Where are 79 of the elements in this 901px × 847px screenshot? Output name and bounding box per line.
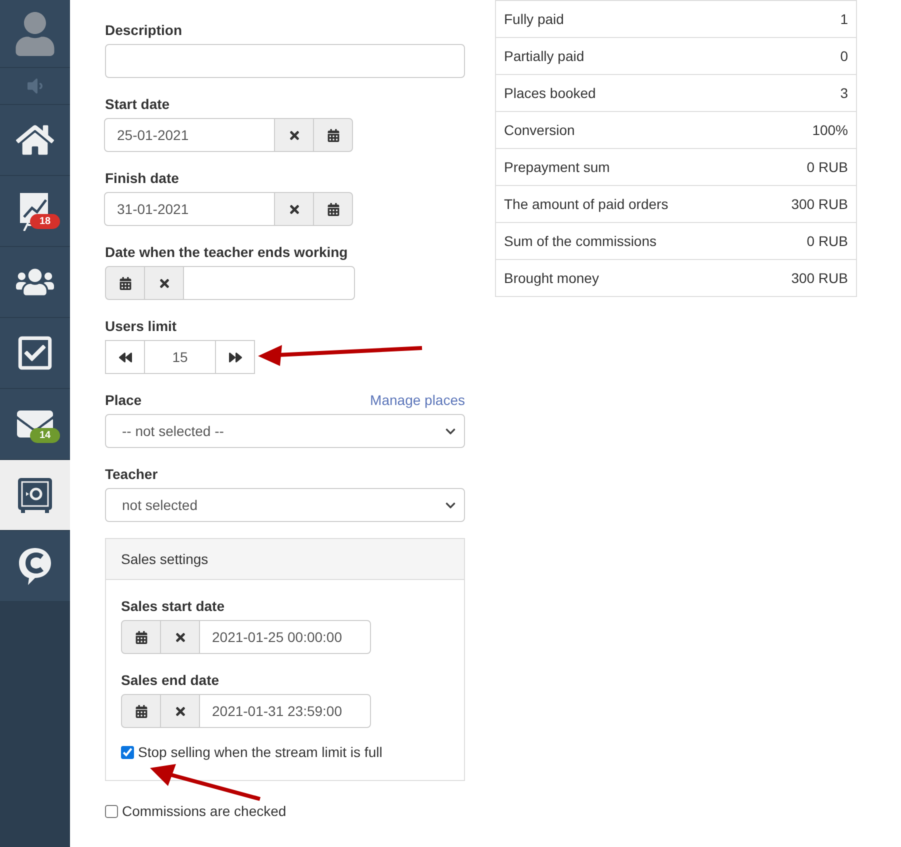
- sidebar-item[interactable]: [0, 318, 70, 389]
- field-label: Description: [105, 22, 182, 38]
- date-input[interactable]: 25-01-2021: [104, 118, 275, 152]
- field-label: Place: [105, 392, 142, 408]
- table-cell: 300 RUB: [791, 196, 848, 212]
- table-cell: 3: [840, 85, 848, 101]
- clear-button[interactable]: [274, 118, 314, 152]
- calendar-icon: [134, 630, 148, 644]
- clear-button[interactable]: [144, 266, 184, 300]
- field-label: Teacher: [105, 466, 158, 482]
- sidebar-item[interactable]: [0, 531, 70, 602]
- field-label: Finish date: [105, 170, 179, 186]
- table-cell: 0: [840, 48, 848, 64]
- table-cell: Prepayment sum: [504, 159, 610, 175]
- calendar-button[interactable]: [121, 620, 161, 654]
- speaker-icon: [25, 76, 45, 96]
- field-label: Users limit: [105, 318, 177, 334]
- chevron-down-icon: [445, 426, 456, 436]
- field-label: Sales start date: [121, 598, 224, 614]
- close-icon: [158, 276, 170, 290]
- table-cell: 0 RUB: [806, 233, 848, 249]
- table-cell: 300 RUB: [791, 270, 848, 286]
- close-icon: [174, 704, 186, 718]
- table-cell: The amount of paid orders: [504, 196, 668, 212]
- table-cell: 1: [840, 11, 848, 27]
- table-cell: Brought money: [504, 270, 599, 286]
- checkbox-label: Stop selling when the stream limit is full: [138, 744, 382, 760]
- select-field[interactable]: not selected: [105, 488, 465, 522]
- table-cell: Conversion: [504, 122, 575, 138]
- select-field[interactable]: -- not selected --: [105, 414, 465, 448]
- calendar-button[interactable]: [121, 694, 161, 728]
- stop-selling-checkbox[interactable]: [121, 746, 134, 758]
- table-cell: Places booked: [504, 85, 596, 101]
- field-label: Start date: [105, 96, 170, 112]
- sidebar-item[interactable]: [0, 247, 70, 318]
- manage-places-link[interactable]: Manage places: [370, 392, 465, 408]
- panel-title: Sales settings: [121, 551, 208, 567]
- close-icon: [288, 202, 300, 216]
- safe-icon: [17, 477, 53, 513]
- date-input[interactable]: 2021-01-25 00:00:00: [199, 620, 371, 654]
- table-cell: Sum of the commissions: [504, 233, 656, 249]
- count-badge: 14: [30, 428, 60, 443]
- text-input[interactable]: [105, 44, 465, 78]
- date-input[interactable]: 31-01-2021: [104, 192, 275, 226]
- sidebar-item[interactable]: [0, 105, 70, 176]
- close-icon: [288, 128, 300, 142]
- chat-bubble-logo-icon: [17, 546, 53, 586]
- clear-button[interactable]: [160, 694, 200, 728]
- table-cell: 100%: [812, 122, 848, 138]
- decrease-button[interactable]: [105, 340, 145, 374]
- calendar-icon: [118, 276, 132, 290]
- table-cell: Partially paid: [504, 48, 584, 64]
- clear-button[interactable]: [160, 620, 200, 654]
- table-cell: 0 RUB: [806, 159, 848, 175]
- calendar-icon: [326, 128, 340, 142]
- field-label: Sales end date: [121, 672, 220, 688]
- calendar-button[interactable]: [105, 266, 145, 300]
- close-icon: [174, 630, 186, 644]
- date-input[interactable]: 2021-01-31 23:59:00: [199, 694, 371, 728]
- increase-button[interactable]: [215, 340, 255, 374]
- field-label: Date when the teacher ends working: [105, 244, 348, 260]
- user-silhouette-icon: [13, 12, 57, 56]
- checkbox-label: Commissions are checked: [122, 803, 286, 819]
- date-input[interactable]: [183, 266, 355, 300]
- commissions-checkbox[interactable]: [105, 804, 118, 818]
- sidebar-item[interactable]: [0, 460, 70, 531]
- calendar-button[interactable]: [313, 192, 353, 226]
- count-badge: 18: [30, 214, 60, 229]
- fast-backward-icon: [118, 350, 132, 364]
- table-cell: Fully paid: [504, 11, 564, 27]
- chevron-down-icon: [445, 500, 456, 510]
- calendar-icon: [326, 202, 340, 216]
- calendar-button[interactable]: [313, 118, 353, 152]
- number-input[interactable]: 15: [144, 340, 216, 374]
- fast-forward-icon: [228, 350, 242, 364]
- checkbox-icon: [16, 334, 54, 372]
- calendar-icon: [134, 704, 148, 718]
- clear-button[interactable]: [274, 192, 314, 226]
- sidebar-item[interactable]: 18: [0, 176, 70, 247]
